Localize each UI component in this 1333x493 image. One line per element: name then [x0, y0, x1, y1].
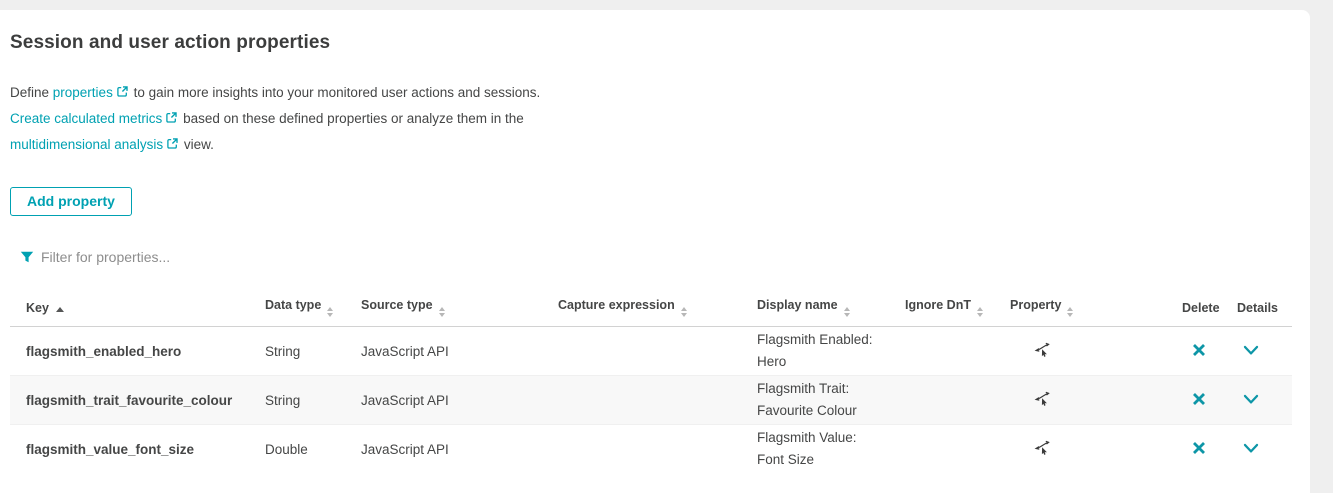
details-cell [1237, 327, 1292, 376]
display-name-cell: Flagsmith Trait:Favourite Colour [757, 376, 905, 425]
delete-cell [1182, 425, 1237, 474]
data-type-cell: String [265, 327, 361, 376]
details-cell [1237, 376, 1292, 425]
delete-cell [1182, 376, 1237, 425]
column-header-property[interactable]: Property [1010, 290, 1182, 327]
screen: Session and user action properties Defin… [0, 0, 1333, 493]
column-header-delete: Delete [1182, 290, 1237, 327]
data-type-cell: String [265, 376, 361, 425]
intro-line: Define properties to gain more insights … [10, 80, 1310, 106]
user-action-property-icon [1034, 341, 1051, 361]
ignore-dnt-cell [905, 376, 1010, 425]
intro-text: view. [180, 137, 214, 152]
property-cell [1010, 425, 1182, 474]
sort-icon [844, 307, 850, 317]
delete-cell [1182, 327, 1237, 376]
delete-x-icon[interactable] [1192, 392, 1206, 406]
sort-icon [327, 307, 333, 317]
column-header-data-type[interactable]: Data type [265, 290, 361, 327]
table-row: flagsmith_trait_favourite_colour String … [10, 376, 1292, 425]
intro-text: to gain more insights into your monitore… [130, 85, 540, 100]
chevron-down-icon[interactable] [1243, 345, 1259, 356]
chevron-down-icon[interactable] [1243, 443, 1259, 454]
filter-properties-input[interactable] [41, 249, 461, 265]
source-type-cell: JavaScript API [361, 327, 558, 376]
property-cell [1010, 376, 1182, 425]
link-multidimensional-analysis[interactable]: multidimensional analysis [10, 137, 180, 152]
settings-panel: Session and user action properties Defin… [0, 10, 1310, 493]
sort-icon [977, 307, 983, 317]
key-cell: flagsmith_enabled_hero [10, 327, 265, 376]
column-header-display-name[interactable]: Display name [757, 290, 905, 327]
intro-text: based on these defined properties or ana… [179, 111, 523, 126]
table-row: flagsmith_enabled_hero String JavaScript… [10, 327, 1292, 376]
user-action-property-icon [1034, 439, 1051, 459]
add-property-button[interactable]: Add property [10, 187, 132, 216]
data-type-cell: Double [265, 425, 361, 474]
page-title: Session and user action properties [10, 32, 1310, 54]
intro-text: Define [10, 85, 53, 100]
delete-x-icon[interactable] [1192, 441, 1206, 455]
column-header-capture-expression[interactable]: Capture expression [558, 290, 757, 327]
source-type-cell: JavaScript API [361, 425, 558, 474]
key-cell: flagsmith_trait_favourite_colour [10, 376, 265, 425]
table-row: flagsmith_value_font_size Double JavaScr… [10, 425, 1292, 474]
sort-icon [439, 307, 445, 317]
delete-x-icon[interactable] [1192, 343, 1206, 357]
link-create-calculated-metrics[interactable]: Create calculated metrics [10, 111, 179, 126]
filter-funnel-icon [20, 251, 34, 264]
display-name-cell: Flagsmith Enabled:Hero [757, 327, 905, 376]
capture-expression-cell [558, 327, 757, 376]
sort-icon [681, 307, 687, 317]
intro-line: Create calculated metrics based on these… [10, 106, 1310, 132]
column-header-source-type[interactable]: Source type [361, 290, 558, 327]
intro-paragraph: Define properties to gain more insights … [10, 80, 1310, 158]
display-name-cell: Flagsmith Value:Font Size [757, 425, 905, 474]
user-action-property-icon [1034, 390, 1051, 410]
column-header-key[interactable]: Key [10, 290, 265, 327]
link-properties[interactable]: properties [53, 85, 130, 100]
ignore-dnt-cell [905, 327, 1010, 376]
details-cell [1237, 425, 1292, 474]
key-cell: flagsmith_value_font_size [10, 425, 265, 474]
filter-bar [10, 249, 1310, 265]
external-link-icon [166, 137, 179, 150]
external-link-icon [116, 85, 129, 98]
intro-line: multidimensional analysis view. [10, 132, 1310, 158]
sort-icon [1067, 307, 1073, 317]
ignore-dnt-cell [905, 425, 1010, 474]
capture-expression-cell [558, 425, 757, 474]
external-link-icon [165, 111, 178, 124]
column-header-ignore-dnt[interactable]: Ignore DnT [905, 290, 1010, 327]
properties-table: Key Data type Source type Capture expres… [10, 290, 1292, 474]
property-cell [1010, 327, 1182, 376]
source-type-cell: JavaScript API [361, 376, 558, 425]
column-header-details: Details [1237, 290, 1292, 327]
table-header-row: Key Data type Source type Capture expres… [10, 290, 1292, 327]
sort-ascending-icon [56, 307, 64, 312]
chevron-down-icon[interactable] [1243, 394, 1259, 405]
capture-expression-cell [558, 376, 757, 425]
